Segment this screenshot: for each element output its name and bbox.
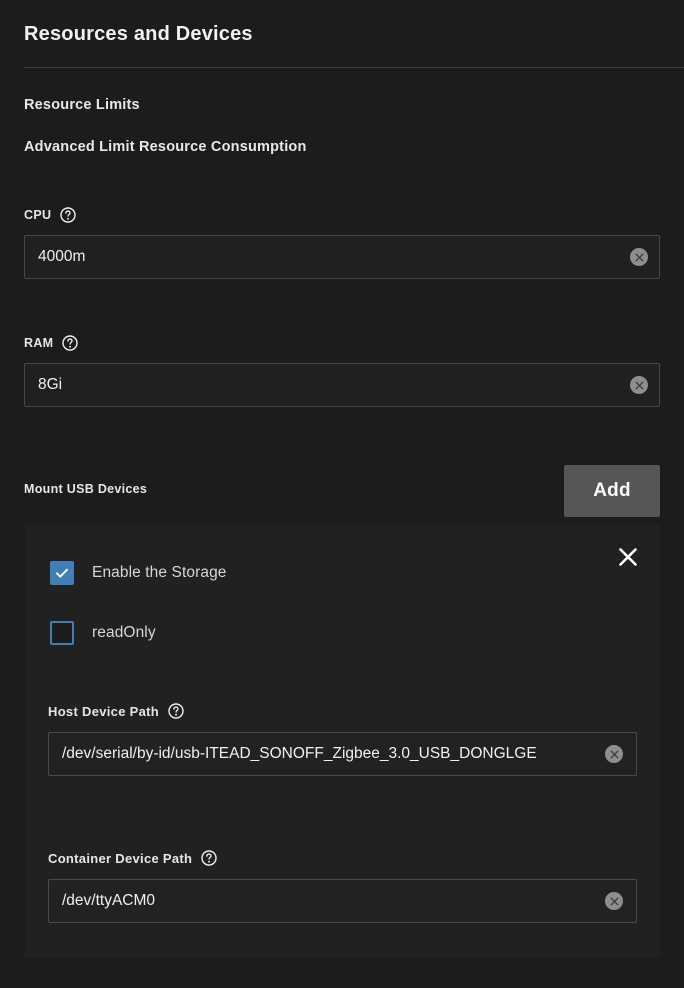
readonly-checkbox-row[interactable]: readOnly	[50, 621, 156, 645]
ram-label: RAM	[24, 336, 53, 350]
host-device-path-input-wrap	[48, 732, 637, 776]
help-circle-icon[interactable]	[201, 850, 217, 866]
resources-and-devices-panel: Resources and Devices Resource Limits Ad…	[0, 0, 684, 988]
clear-circle-icon[interactable]	[605, 745, 623, 763]
enable-storage-checkbox-row[interactable]: Enable the Storage	[50, 561, 227, 585]
readonly-checkbox[interactable]	[50, 621, 74, 645]
container-device-path-label-row: Container Device Path	[48, 849, 637, 867]
close-x-icon[interactable]	[613, 542, 643, 572]
cpu-input[interactable]	[24, 235, 660, 279]
cpu-field-group: CPU	[24, 206, 660, 279]
container-device-path-label: Container Device Path	[48, 851, 192, 866]
host-device-path-group: Host Device Path	[48, 702, 637, 776]
cpu-label: CPU	[24, 208, 51, 222]
mount-usb-devices-row: Mount USB Devices Add	[24, 465, 660, 517]
page-title: Resources and Devices	[24, 23, 253, 46]
enable-storage-label: Enable the Storage	[92, 564, 227, 582]
container-device-path-group: Container Device Path	[48, 849, 637, 923]
ram-input[interactable]	[24, 363, 660, 407]
header-divider	[24, 67, 684, 68]
mount-usb-devices-label: Mount USB Devices	[24, 482, 147, 496]
usb-device-card: Enable the Storage readOnly Host Device …	[25, 525, 660, 958]
enable-storage-checkbox[interactable]	[50, 561, 74, 585]
host-device-path-label: Host Device Path	[48, 704, 159, 719]
ram-label-row: RAM	[24, 334, 660, 352]
help-circle-icon[interactable]	[62, 335, 78, 351]
ram-field-group: RAM	[24, 334, 660, 407]
clear-circle-icon[interactable]	[630, 248, 648, 266]
clear-circle-icon[interactable]	[630, 376, 648, 394]
help-circle-icon[interactable]	[60, 207, 76, 223]
cpu-label-row: CPU	[24, 206, 660, 224]
add-button[interactable]: Add	[564, 465, 660, 517]
clear-circle-icon[interactable]	[605, 892, 623, 910]
host-device-path-input[interactable]	[48, 732, 637, 776]
cpu-input-wrap	[24, 235, 660, 279]
help-circle-icon[interactable]	[168, 703, 184, 719]
resource-limits-label: Resource Limits	[24, 97, 140, 113]
readonly-label: readOnly	[92, 624, 156, 642]
container-device-path-input-wrap	[48, 879, 637, 923]
ram-input-wrap	[24, 363, 660, 407]
advanced-limit-label: Advanced Limit Resource Consumption	[24, 139, 307, 155]
host-device-path-label-row: Host Device Path	[48, 702, 637, 720]
container-device-path-input[interactable]	[48, 879, 637, 923]
